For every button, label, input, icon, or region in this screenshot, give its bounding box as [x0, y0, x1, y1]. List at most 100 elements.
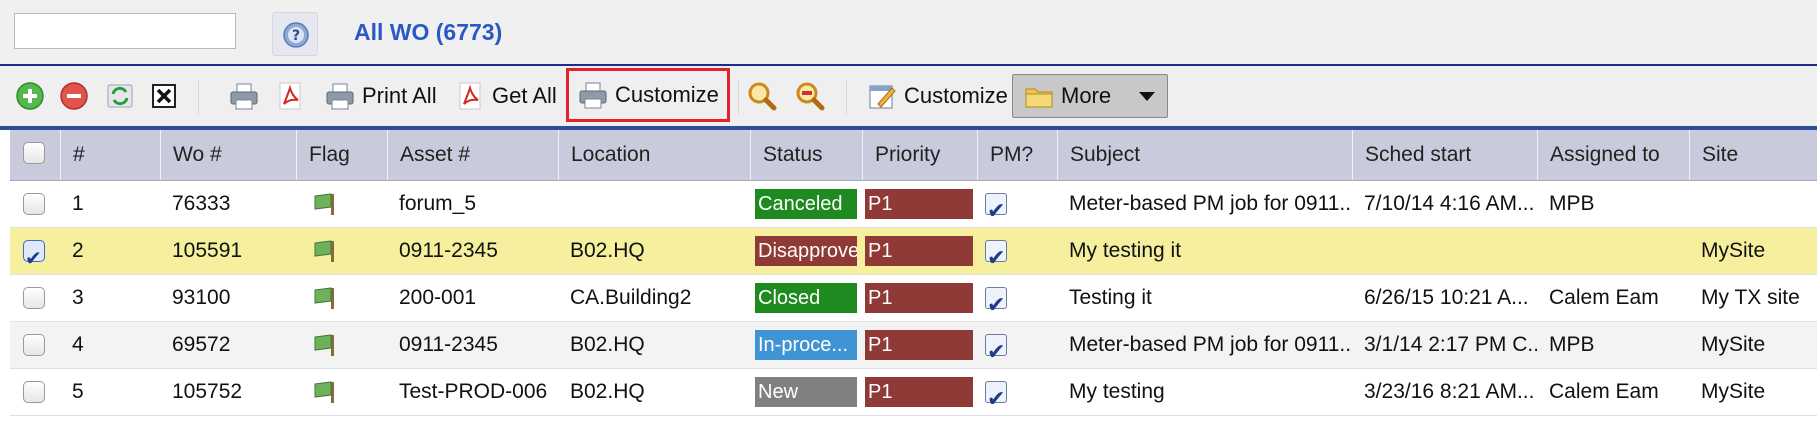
pm-checkbox [985, 188, 1007, 227]
cell-subject: Meter-based PM job for 0911... [1069, 192, 1352, 215]
print-all-button[interactable]: Print All [324, 74, 437, 118]
cell-priority: P1 [862, 275, 977, 321]
status-badge: Closed [755, 283, 857, 313]
pdf-button[interactable] [274, 74, 306, 118]
flag-icon [314, 193, 334, 215]
cell-wo[interactable]: 105591 [160, 228, 296, 274]
view-title[interactable]: All WO (6773) [354, 19, 502, 46]
add-icon [16, 82, 44, 110]
cell-subject: Meter-based PM job for 0911... [1069, 333, 1352, 356]
col-header-flag[interactable]: Flag [296, 130, 387, 180]
col-header-num[interactable]: # [60, 130, 160, 180]
search-input[interactable] [14, 13, 236, 49]
priority-badge: P1 [865, 236, 973, 266]
cell-assigned [1537, 228, 1689, 274]
select-all-checkbox[interactable] [23, 142, 45, 164]
toolbar-separator [738, 80, 739, 114]
cell-priority: P1 [862, 228, 977, 274]
cell-num: 2 [72, 239, 84, 262]
print-button[interactable] [228, 74, 260, 118]
close-icon [152, 84, 176, 108]
cell-subject: My testing it [1069, 239, 1182, 262]
pdf-icon [459, 82, 481, 110]
cell-num: 1 [72, 192, 84, 215]
col-header-status[interactable]: Status [750, 130, 862, 180]
cell-assigned: Calem Eam [1549, 380, 1659, 403]
pm-checkbox [985, 235, 1007, 274]
cell-wo[interactable]: 105752 [160, 369, 296, 415]
more-menu-button[interactable]: More [1012, 74, 1169, 118]
toolbar: Print All Get All Customize Customize Mo… [0, 66, 1817, 126]
cell-priority: P1 [862, 322, 977, 368]
row-checkbox[interactable] [23, 334, 45, 356]
row-checkbox[interactable] [23, 193, 45, 215]
cell-status: Disapprove [750, 228, 862, 274]
row-checkbox[interactable] [23, 381, 45, 403]
col-header-location[interactable]: Location [558, 130, 750, 180]
help-icon: ? [283, 22, 309, 48]
refresh-button[interactable] [104, 74, 136, 118]
clear-search-button[interactable] [794, 74, 826, 118]
pm-checkbox [985, 376, 1007, 415]
cell-location [558, 181, 750, 227]
col-header-sched[interactable]: Sched start [1352, 130, 1537, 180]
row-select-cell [10, 275, 60, 321]
table-row[interactable]: 4 69572 0911-2345 B02.HQ In-proce... P1 … [10, 322, 1817, 369]
cell-flag [296, 275, 387, 321]
cell-sched: 6/26/15 10:21 A... [1364, 286, 1529, 309]
customize-grid-button[interactable]: Customize [866, 74, 1008, 118]
table-row[interactable]: 3 93100 200-001 CA.Building2 Closed P1 T… [10, 275, 1817, 322]
cell-sched: 3/23/16 8:21 AM... [1364, 380, 1535, 403]
clear-button[interactable] [148, 74, 180, 118]
pm-checkbox [985, 282, 1007, 321]
col-header-assigned[interactable]: Assigned to [1537, 130, 1689, 180]
cell-num: 3 [72, 286, 84, 309]
cell-site: MySite [1701, 380, 1766, 403]
customize-report-button[interactable]: Customize [566, 68, 730, 122]
cell-asset: forum_5 [399, 192, 477, 215]
col-header-priority[interactable]: Priority [862, 130, 977, 180]
cell-priority: P1 [862, 181, 977, 227]
col-header-subject[interactable]: Subject [1057, 130, 1352, 180]
delete-button[interactable] [58, 74, 90, 118]
cell-location: B02.HQ [570, 333, 645, 356]
cell-asset: 200-001 [399, 286, 477, 309]
add-button[interactable] [14, 74, 46, 118]
col-header-site[interactable]: Site [1689, 130, 1817, 180]
row-checkbox[interactable] [23, 236, 45, 274]
table-row[interactable]: 5 105752 Test-PROD-006 B02.HQ New P1 My … [10, 369, 1817, 416]
cell-status: In-proce... [750, 322, 862, 368]
cell-wo[interactable]: 69572 [160, 322, 296, 368]
col-header-pm[interactable]: PM? [977, 130, 1057, 180]
table-row[interactable]: 2 105591 0911-2345 B02.HQ Disapprove P1 … [10, 228, 1817, 275]
top-bar: ? All WO (6773) [0, 0, 1817, 66]
printer-icon [326, 83, 354, 110]
table-row[interactable]: 1 76333 forum_5 Canceled P1 Meter-based … [10, 181, 1817, 228]
cell-wo[interactable]: 93100 [160, 275, 296, 321]
cell-status: Canceled [750, 181, 862, 227]
cell-pm [977, 322, 1057, 368]
cell-wo[interactable]: 76333 [160, 181, 296, 227]
cell-status: Closed [750, 275, 862, 321]
row-checkbox[interactable] [23, 287, 45, 309]
edit-form-icon [869, 85, 896, 109]
cell-flag [296, 369, 387, 415]
cell-pm [977, 228, 1057, 274]
col-header-asset[interactable]: Asset # [387, 130, 558, 180]
cell-subject: My testing [1069, 380, 1165, 403]
cell-sched: 7/10/14 4:16 AM... [1364, 192, 1535, 215]
priority-badge: P1 [865, 377, 973, 407]
customize-report-label: Customize [615, 82, 719, 107]
cell-flag [296, 181, 387, 227]
flag-icon [314, 240, 334, 262]
help-button[interactable]: ? [272, 12, 318, 56]
get-all-button[interactable]: Get All [454, 74, 557, 118]
priority-badge: P1 [865, 283, 973, 313]
col-header-wo[interactable]: Wo # [160, 130, 296, 180]
printer-icon [230, 83, 258, 110]
search-button[interactable] [746, 74, 778, 118]
cell-subject: Testing it [1069, 286, 1152, 309]
priority-badge: P1 [865, 189, 973, 219]
search-clear-icon [796, 82, 825, 111]
chevron-down-icon [1139, 92, 1156, 101]
